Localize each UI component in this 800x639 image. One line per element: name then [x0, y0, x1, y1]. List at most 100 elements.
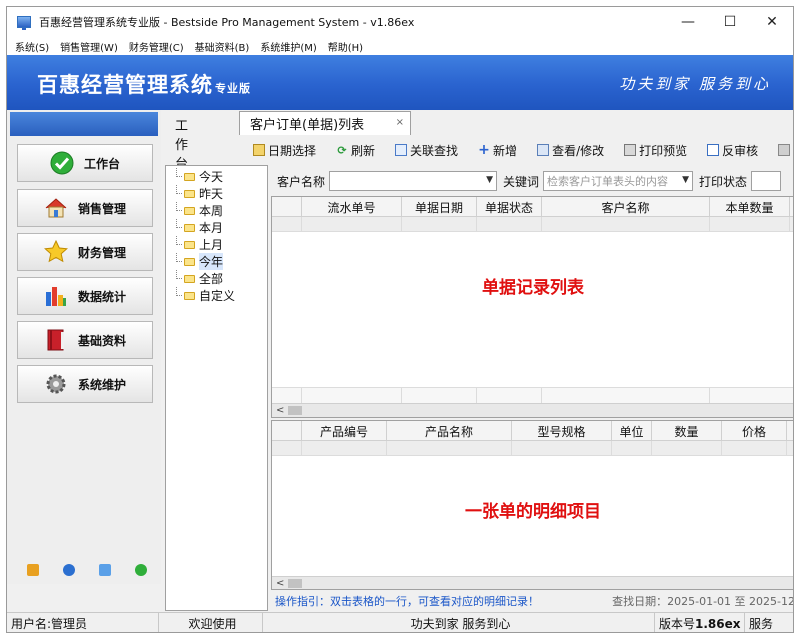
view-edit-label: 查看/修改: [552, 143, 605, 158]
column-header[interactable]: 产品名称: [387, 421, 512, 441]
sidebar-item-finance[interactable]: 财务管理: [17, 233, 153, 271]
menu-basic-data[interactable]: 基础资料(B): [195, 39, 250, 54]
tree-item-label: 本月: [199, 221, 224, 235]
column-header[interactable]: 流水单号: [302, 197, 402, 217]
maximize-button[interactable]: ☐: [709, 7, 751, 37]
column-header[interactable]: [272, 421, 302, 441]
menu-finance[interactable]: 财务管理(C): [129, 39, 184, 54]
tree-item-label: 今年: [199, 253, 224, 270]
column-header[interactable]: [272, 197, 302, 217]
column-header[interactable]: 价格: [722, 421, 787, 441]
unaudit-icon: [707, 144, 720, 156]
tree-item-today[interactable]: 今天: [166, 168, 267, 185]
menu-system[interactable]: 系统(S): [15, 39, 49, 54]
horizontal-scrollbar[interactable]: <: [272, 576, 793, 589]
tab-customer-orders[interactable]: 客户订单(单据)列表 ×: [239, 111, 411, 135]
header-banner: 百惠经营管理系统 专业版 功夫到家 服务到心: [7, 55, 793, 110]
delete-button[interactable]: [778, 144, 793, 156]
column-header[interactable]: 数量: [652, 421, 722, 441]
chevron-down-icon: ▼: [486, 175, 494, 185]
toolbar: 日期选择 ⟳ 刷新 关联查找 + 新增 查看/修改 打印预览 反审核: [253, 140, 793, 160]
folder-icon: [184, 257, 195, 266]
menu-maintenance[interactable]: 系统维护(M): [260, 39, 316, 54]
column-header[interactable]: 型号规格: [512, 421, 612, 441]
clock-icon[interactable]: [63, 564, 75, 576]
date-select-button[interactable]: 日期选择: [253, 142, 316, 159]
book-icon: [44, 328, 68, 352]
detail-grid-header: 产品编号 产品名称 型号规格 单位 数量 价格: [272, 421, 793, 441]
column-header[interactable]: 单据状态: [477, 197, 542, 217]
unaudit-label: 反审核: [722, 143, 759, 158]
tree-item-last-month[interactable]: 上月: [166, 236, 267, 253]
related-find-button[interactable]: 关联查找: [395, 142, 458, 159]
app-monitor-icon: [17, 16, 31, 30]
refresh-button[interactable]: ⟳ 刷新: [336, 142, 375, 159]
chevron-down-icon: ▼: [682, 175, 690, 185]
view-icon: [537, 144, 550, 156]
search-icon[interactable]: [99, 564, 111, 576]
table-row[interactable]: [272, 217, 793, 232]
minimize-button[interactable]: —: [667, 7, 709, 37]
detail-grid-note: 一张单的明细项目: [465, 502, 601, 522]
close-button[interactable]: ✕: [751, 7, 793, 37]
tab-close-icon[interactable]: ×: [396, 117, 404, 128]
customer-name-select[interactable]: ▼: [329, 171, 498, 191]
key-icon[interactable]: [27, 564, 39, 576]
filter-bar: 客户名称 ▼ 关键词 检索客户订单表头的内容 ▼ 打印状态: [271, 169, 793, 193]
print-status-select[interactable]: [751, 171, 782, 191]
sidebar-item-label: 工作台: [83, 156, 120, 171]
bar-chart-icon: [44, 284, 68, 308]
column-header[interactable]: 产品编号: [302, 421, 387, 441]
folder-icon: [184, 240, 195, 249]
status-version: 版本号 1.86ex: [655, 612, 745, 632]
print-preview-button[interactable]: 打印预览: [624, 142, 687, 159]
folder-icon: [184, 223, 195, 232]
detail-grid: 产品编号 产品名称 型号规格 单位 数量 价格 一张单的明细项目 <: [271, 420, 793, 590]
tree-item-all[interactable]: 全部: [166, 270, 267, 287]
master-grid-note: 单据记录列表: [482, 278, 584, 298]
folder-icon: [184, 274, 195, 283]
horizontal-scrollbar[interactable]: <: [272, 403, 793, 417]
view-edit-button[interactable]: 查看/修改: [537, 142, 604, 159]
chevron-left-icon[interactable]: <: [276, 405, 284, 416]
sidebar-item-statistics[interactable]: 数据统计: [17, 277, 153, 315]
banner-slogan: 功夫到家 服务到心: [619, 75, 771, 93]
unaudit-button[interactable]: 反审核: [707, 142, 758, 159]
column-header[interactable]: 本单数量: [710, 197, 790, 217]
master-grid-header: 流水单号 单据日期 单据状态 客户名称 本单数量: [272, 197, 793, 217]
scroll-thumb[interactable]: [288, 579, 302, 588]
sidebar-item-maintenance[interactable]: 系统维护: [17, 365, 153, 403]
date-tree: 今天 昨天 本周 本月 上月 今年 全部 自定义: [165, 165, 268, 611]
master-grid: 流水单号 单据日期 单据状态 客户名称 本单数量 单据记录列表 <: [271, 196, 793, 418]
tree-item-this-week[interactable]: 本周: [166, 202, 267, 219]
sidebar-item-sales[interactable]: 销售管理: [17, 189, 153, 227]
tree-item-custom[interactable]: 自定义: [166, 287, 267, 304]
menu-sales[interactable]: 销售管理(W): [60, 39, 118, 54]
window-title: 百惠经营管理系统专业版 - Bestside Pro Management Sy…: [39, 16, 415, 29]
gear-icon: [44, 372, 68, 396]
customer-name-label: 客户名称: [277, 174, 326, 189]
menu-help[interactable]: 帮助(H): [328, 39, 363, 54]
version-label: 版本号: [659, 617, 696, 631]
sidebar-header-strip: [10, 112, 158, 136]
star-icon: [44, 240, 68, 264]
refresh-icon[interactable]: [135, 564, 147, 576]
sidebar-item-label: 基础资料: [77, 333, 126, 348]
sidebar-item-basic-data[interactable]: 基础资料: [17, 321, 153, 359]
scroll-thumb[interactable]: [288, 406, 302, 415]
sidebar-item-workbench[interactable]: 工作台: [17, 144, 153, 182]
column-header[interactable]: 单位: [612, 421, 652, 441]
sidebar-item-label: 财务管理: [77, 245, 126, 260]
tree-item-this-year[interactable]: 今年: [166, 253, 267, 270]
chevron-left-icon[interactable]: <: [276, 578, 284, 589]
tab-workbench[interactable]: 工作台: [175, 115, 188, 172]
tree-item-yesterday[interactable]: 昨天: [166, 185, 267, 202]
column-header[interactable]: 客户名称: [542, 197, 710, 217]
tree-item-this-month[interactable]: 本月: [166, 219, 267, 236]
status-bar: 用户名:管理员 欢迎使用 功夫到家 服务到心 版本号 1.86ex 服务: [7, 612, 793, 632]
add-button[interactable]: + 新增: [478, 142, 517, 159]
keyword-input[interactable]: 检索客户订单表头的内容 ▼: [543, 171, 694, 191]
print-preview-label: 打印预览: [639, 143, 688, 158]
table-row[interactable]: [272, 441, 793, 456]
column-header[interactable]: 单据日期: [402, 197, 477, 217]
